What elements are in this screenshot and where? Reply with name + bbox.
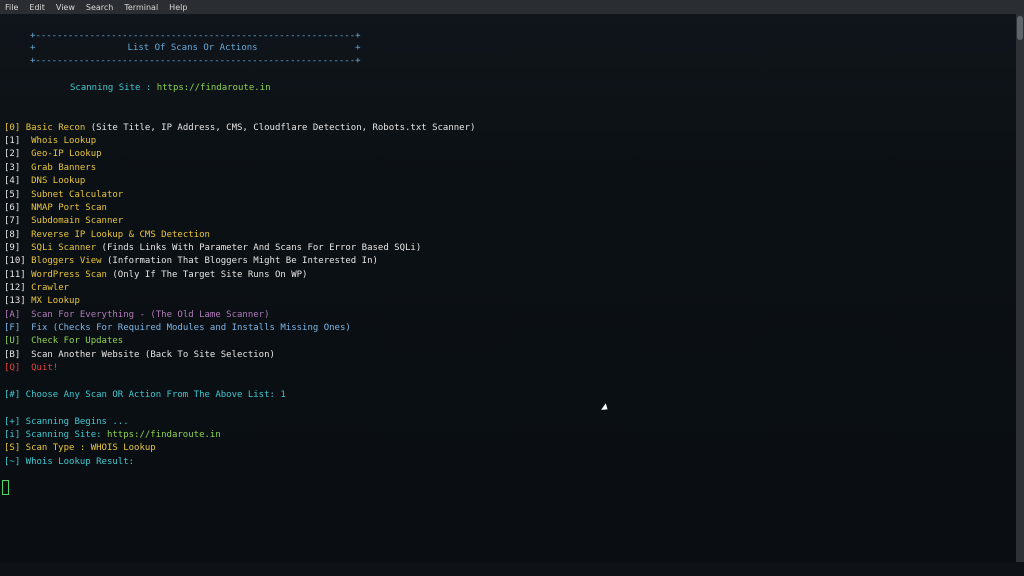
header-border-bottom: +---------------------------------------… <box>30 56 361 66</box>
menubar: File Edit View Search Terminal Help <box>0 0 1024 14</box>
menu-search[interactable]: Search <box>81 3 119 12</box>
scrollbar[interactable] <box>1016 14 1024 562</box>
menu-item-2: [2] Geo-IP Lookup <box>4 149 102 159</box>
menu-edit[interactable]: Edit <box>24 3 51 12</box>
result-line: [~] Whois Lookup Result: <box>4 457 135 467</box>
menu-item-4: [4] DNS Lookup <box>4 176 86 186</box>
menu-item-b: [B] Scan Another Website (Back To Site S… <box>4 350 275 360</box>
header-title: + List Of Scans Or Actions + <box>30 43 361 53</box>
scan-begins-line: [+] Scanning Begins ... <box>4 417 129 427</box>
menu-item-13: [13] MX Lookup <box>4 296 80 306</box>
terminal-cursor <box>2 480 9 495</box>
menu-file[interactable]: File <box>0 3 24 12</box>
scan-site-line: [i] Scanning Site: https://findaroute.in <box>4 430 221 440</box>
terminal-output[interactable]: +---------------------------------------… <box>0 14 1016 562</box>
menu-item-10: [10] Bloggers View (Information That Blo… <box>4 256 378 266</box>
scanning-site-line: Scanning Site : https://findaroute.in <box>70 82 271 94</box>
menu-item-11: [11] WordPress Scan (Only If The Target … <box>4 270 308 280</box>
prompt-line: [#] Choose Any Scan OR Action From The A… <box>4 390 286 400</box>
menu-item-0: [0] Basic Recon (Site Title, IP Address,… <box>4 123 476 133</box>
scan-type-line: [S] Scan Type : WHOIS Lookup <box>4 443 156 453</box>
scanning-site-url: https://findaroute.in <box>156 83 271 93</box>
menu-item-7: [7] Subdomain Scanner <box>4 216 124 226</box>
menu-item-a: [A] Scan For Everything - (The Old Lame … <box>4 310 270 320</box>
scrollbar-thumb[interactable] <box>1017 16 1023 40</box>
scanning-site-label: Scanning Site : <box>70 83 157 93</box>
menu-help[interactable]: Help <box>164 3 193 12</box>
taskbar <box>0 562 1024 576</box>
menu-item-8: [8] Reverse IP Lookup & CMS Detection <box>4 230 210 240</box>
menu-item-1: [1] Whois Lookup <box>4 136 97 146</box>
menu-item-12: [12] Crawler <box>4 283 70 293</box>
menu-item-f: [F] Fix (Checks For Required Modules and… <box>4 323 351 333</box>
menu-item-u: [U] Check For Updates <box>4 336 124 346</box>
menu-item-5: [5] Subnet Calculator <box>4 190 124 200</box>
menu-view[interactable]: View <box>51 3 81 12</box>
menu-item-6: [6] NMAP Port Scan <box>4 203 107 213</box>
header-border-top: +---------------------------------------… <box>30 31 361 41</box>
menu-item-q: [Q] Quit! <box>4 363 59 373</box>
menu-item-3: [3] Grab Banners <box>4 163 97 173</box>
menu-terminal[interactable]: Terminal <box>119 3 164 12</box>
menu-item-9: [9] SQLi Scanner (Finds Links With Param… <box>4 243 422 253</box>
